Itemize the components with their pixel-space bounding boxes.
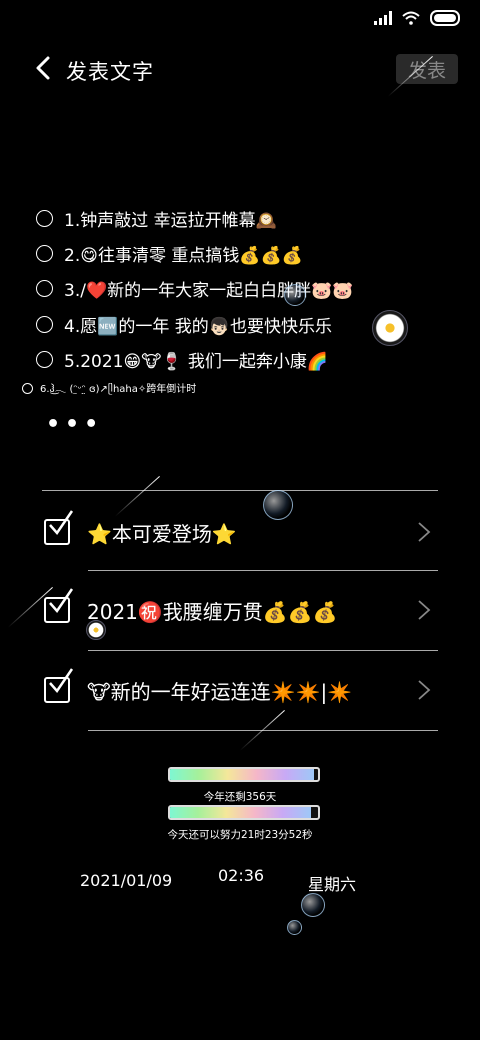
checkbox-checked-icon[interactable] (44, 588, 74, 623)
status-bar (374, 10, 460, 26)
radio-icon[interactable] (36, 280, 53, 297)
list-item[interactable]: 3./❤️新的一年大家一起白白胖胖🐷🐷 (36, 276, 353, 301)
year-remaining-text: 今年还剩356天 (203, 791, 277, 803)
check-row-label: 2021㊗️我腰缠万贯💰💰💰 (87, 599, 338, 624)
divider (88, 650, 438, 651)
radio-icon[interactable] (36, 210, 53, 227)
radio-icon[interactable] (36, 245, 53, 262)
list-item-text: 3./❤️新的一年大家一起白白胖胖🐷🐷 (64, 281, 354, 301)
day-remaining-text: 今天还可以努力21时23分52秒 (167, 829, 313, 841)
check-row-label: ⭐本可爱登场⭐ (87, 521, 237, 546)
check-row-label: 🐮新的一年好运连连✴️✴️|✴️ (87, 679, 353, 704)
chevron-right-icon[interactable] (416, 598, 432, 622)
list-item[interactable]: 4.愿🆕的一年 我的👦🏻也要快快乐乐 (36, 312, 332, 337)
page-title: 发表文字 (66, 60, 154, 84)
checkbox-checked-icon[interactable] (44, 668, 74, 703)
check-row[interactable]: ⭐本可爱登场⭐ (42, 502, 440, 562)
battery-icon (430, 10, 460, 26)
chevron-right-icon[interactable] (416, 520, 432, 544)
bubble-decoration (287, 920, 302, 935)
wifi-icon (402, 11, 420, 25)
bubble-decoration (263, 490, 293, 520)
list-item[interactable]: 6.ჰ͜𓂃 (ᵔ̤ᵕᵔ̤ ɞ)↗ᥫhaha✧跨年倒计时 (22, 380, 196, 396)
more-button[interactable]: ••• (46, 412, 103, 437)
back-arrow-icon[interactable] (30, 54, 58, 82)
list-item[interactable]: 5.2021😁🐮🍷 我们一起奔小康🌈 (36, 347, 328, 372)
list-item-text: 4.愿🆕的一年 我的👦🏻也要快快乐乐 (64, 317, 332, 337)
list-item[interactable]: 2.😋往事清零 重点搞钱💰💰💰 (36, 241, 303, 266)
checkbox-checked-icon[interactable] (44, 510, 74, 545)
day-progress-bar (168, 805, 320, 820)
radio-icon[interactable] (36, 351, 53, 368)
bubble-decoration (301, 893, 325, 917)
date-text: 2021/01/09 (80, 871, 173, 890)
divider (88, 570, 438, 571)
chevron-right-icon[interactable] (416, 678, 432, 702)
year-progress-bar (168, 767, 320, 782)
list-item-text: 2.😋往事清零 重点搞钱💰💰💰 (64, 246, 303, 266)
list-item[interactable]: 1.钟声敲过 幸运拉开帷幕🕰️ (36, 206, 277, 231)
time-text: 02:36 (218, 866, 265, 885)
list-item-text: 1.钟声敲过 幸运拉开帷幕🕰️ (64, 211, 277, 231)
list-item-text: 6.ჰ͜𓂃 (ᵔ̤ᵕᵔ̤ ɞ)↗ᥫhaha✧跨年倒计时 (40, 384, 197, 395)
year-progress-fill (170, 769, 314, 780)
weekday-text: 星期六 (308, 875, 357, 894)
day-progress-fill (170, 807, 311, 818)
bubble-decoration (284, 284, 306, 306)
daisy-decoration (86, 620, 106, 640)
divider (42, 490, 438, 491)
daisy-decoration (372, 310, 408, 346)
signal-icon (374, 11, 392, 25)
list-item-text: 5.2021😁🐮🍷 我们一起奔小康🌈 (64, 352, 329, 372)
radio-icon[interactable] (36, 316, 53, 333)
check-row[interactable]: 🐮新的一年好运连连✴️✴️|✴️ (42, 660, 440, 720)
radio-icon[interactable] (22, 382, 33, 394)
